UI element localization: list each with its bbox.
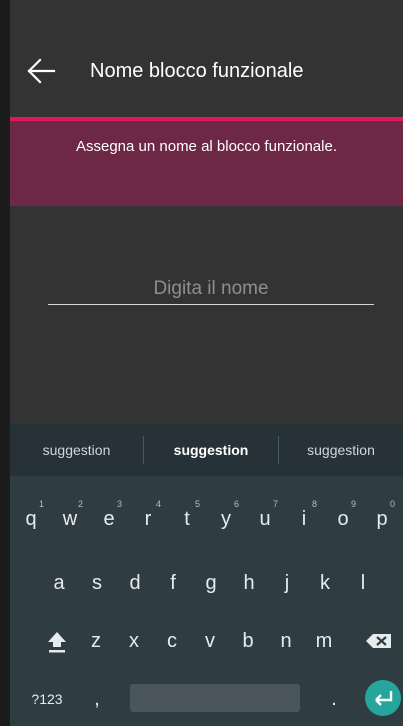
screen: Nome blocco funzionale Assegna un nome a… [10,0,403,726]
key-label: y [221,508,231,530]
key-a[interactable]: a [40,560,78,606]
key-q[interactable]: q1 [12,496,50,542]
key-label: p [376,508,388,530]
suggestion-center[interactable]: suggestion [144,424,278,476]
suggestion-left[interactable]: suggestion [10,424,143,476]
key-o[interactable]: o9 [324,496,362,542]
shift-icon [48,632,66,653]
enter-key[interactable] [365,680,401,716]
key-hint: 5 [194,499,200,509]
app-bar: Nome blocco funzionale [10,0,403,118]
key-p[interactable]: p0 [363,496,401,542]
key-m[interactable]: m [305,618,343,664]
key-f[interactable]: f [154,560,192,606]
key-i[interactable]: i8 [285,496,323,542]
key-e[interactable]: e3 [90,496,128,542]
enter-icon [375,691,393,706]
shift-key[interactable] [38,618,76,664]
arrow-left-icon [27,58,56,84]
key-hint: 4 [155,499,161,509]
key-label: u [259,508,271,530]
key-hint: 9 [350,499,356,509]
key-k[interactable]: k [306,560,344,606]
keyboard: q1 w2 e3 r4 t5 y6 u7 i8 o9 p0 a s d f g … [10,476,403,726]
key-hint: 0 [389,499,395,509]
key-l[interactable]: l [344,560,382,606]
space-bar[interactable] [130,684,300,712]
key-n[interactable]: n [267,618,305,664]
key-v[interactable]: v [191,618,229,664]
comma-key[interactable]: , [78,676,116,722]
key-x[interactable]: x [115,618,153,664]
key-b[interactable]: b [229,618,267,664]
key-g[interactable]: g [192,560,230,606]
key-c[interactable]: c [153,618,191,664]
key-h[interactable]: h [230,560,268,606]
name-input[interactable] [48,274,374,305]
key-s[interactable]: s [78,560,116,606]
key-u[interactable]: u7 [246,496,284,542]
key-hint: 3 [116,499,122,509]
backspace-icon [366,634,391,648]
key-hint: 6 [233,499,239,509]
key-j[interactable]: j [268,560,306,606]
key-hint: 1 [38,499,44,509]
key-label: q [25,508,37,530]
suggestion-right[interactable]: suggestion [279,424,403,476]
key-t[interactable]: t5 [168,496,206,542]
back-button[interactable] [24,56,58,86]
backspace-key[interactable] [360,618,398,664]
key-label: o [337,508,349,530]
info-banner [10,121,403,206]
key-r[interactable]: r4 [129,496,167,542]
key-label: w [62,508,78,530]
key-label: i [301,508,307,530]
key-hint: 7 [272,499,278,509]
page-title: Nome blocco funzionale [90,60,304,82]
symbols-key[interactable]: ?123 [24,676,70,722]
key-y[interactable]: y6 [207,496,245,542]
key-hint: 2 [77,499,83,509]
key-z[interactable]: z [77,618,115,664]
info-banner-text: Assegna un nome al blocco funzionale. [75,138,337,155]
key-label: e [103,508,115,530]
key-label: t [184,508,190,530]
period-key[interactable]: . [315,676,353,722]
suggestion-strip: suggestion suggestion suggestion [10,424,403,476]
key-hint: 8 [311,499,317,509]
key-label: r [144,508,152,530]
key-d[interactable]: d [116,560,154,606]
key-w[interactable]: w2 [51,496,89,542]
